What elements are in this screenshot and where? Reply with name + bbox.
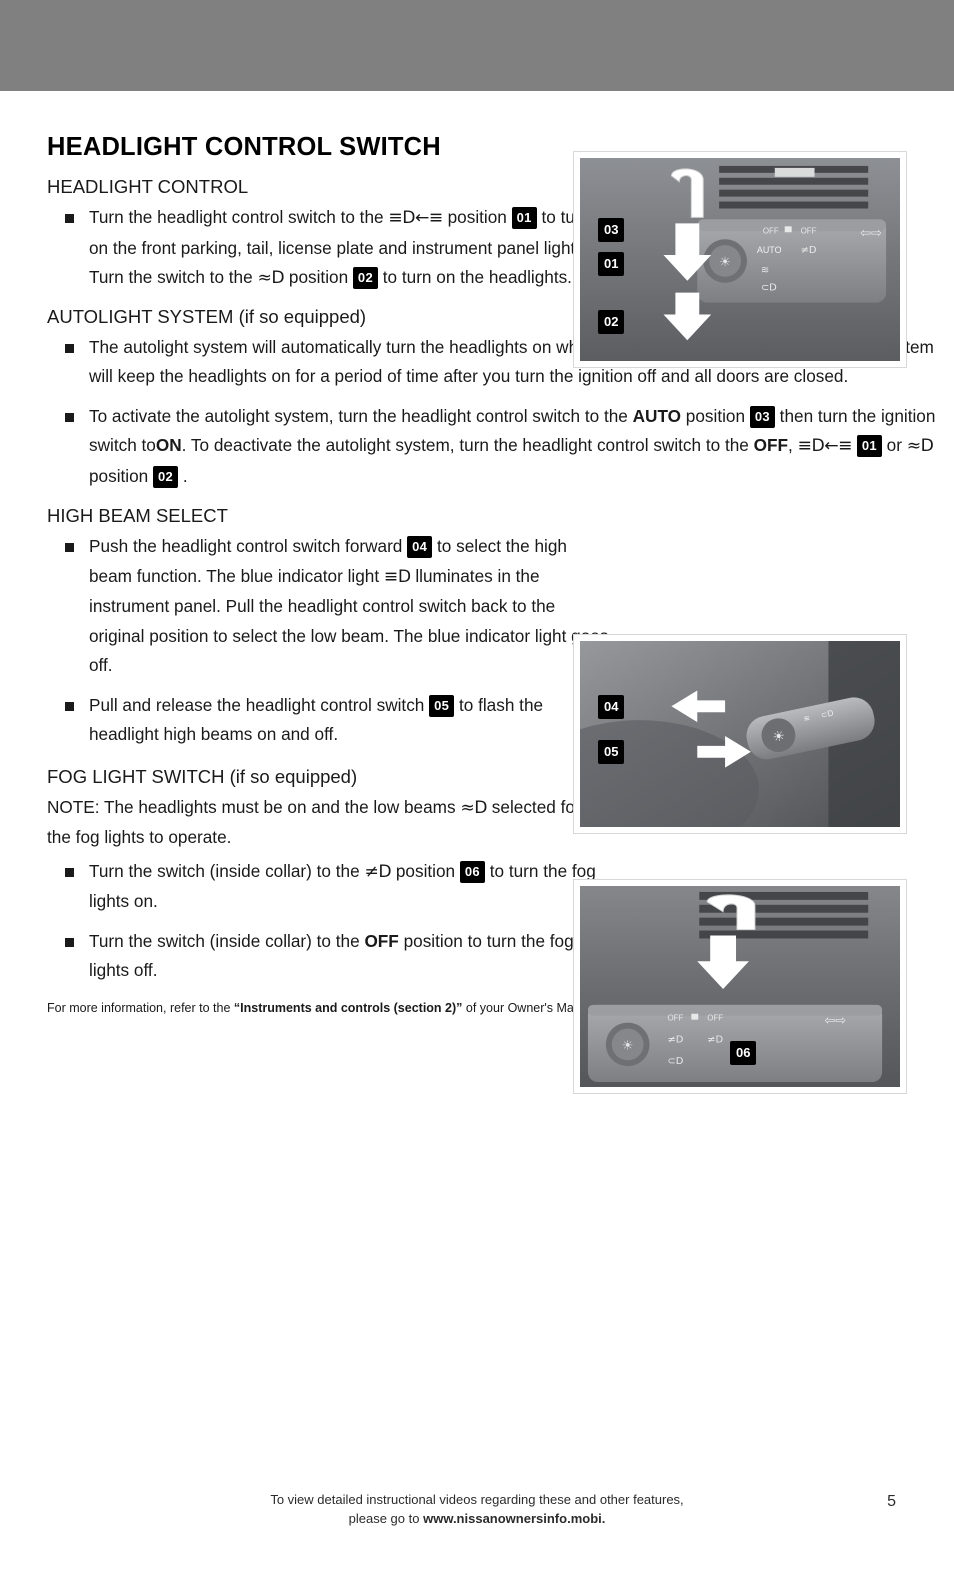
callout-badge-04: 04: [598, 695, 625, 719]
list-item: Pull and release the headlight control s…: [47, 691, 609, 750]
text-part: position: [447, 207, 507, 227]
fog-light-note: NOTE: The headlights must be on and the …: [47, 793, 587, 853]
text-part: Turn the switch (inside collar) to the: [89, 930, 360, 951]
text-part: position: [288, 267, 349, 287]
callout-badge-01: 01: [856, 435, 882, 457]
callout-badge-06: 06: [730, 1041, 757, 1065]
text-part: .: [182, 465, 188, 486]
svg-text:OFF: OFF: [707, 1014, 723, 1023]
footer-line-2: please go to www.nissanownersinfo.mobi.: [0, 1509, 954, 1528]
text-part: Turn the headlight control switch to the: [89, 207, 384, 227]
callout-badge-05: 05: [598, 740, 625, 764]
text-bold: AUTO: [632, 405, 682, 426]
text-bold: ON: [155, 435, 182, 455]
text-bold: OFF: [753, 435, 789, 455]
callout-badge-02: 02: [153, 465, 179, 488]
text-part: Turn the switch (inside collar) to the: [89, 860, 360, 881]
text-part: . To deactivate the autolight system, tu…: [181, 435, 749, 455]
list-item: Turn the headlight control switch to the…: [47, 203, 609, 294]
text-part: position: [685, 405, 746, 426]
parking-light-symbol-icon: ≡D←≡: [797, 436, 853, 456]
text-part: ,: [788, 435, 793, 455]
page-footer: To view detailed instructional videos re…: [0, 1490, 954, 1528]
list-item: Turn the switch (inside collar) to the ≠…: [47, 857, 609, 917]
heading-suffix: (if so equipped): [238, 305, 367, 327]
callout-badge-03: 03: [749, 405, 775, 428]
low-beam-symbol-icon: ≈D: [460, 797, 488, 818]
headlight-control-switch-photo: ☀ OFF OFF AUTO ≠D ≋ ⊂D ⇦⇨ 03 01 02: [573, 151, 907, 368]
svg-text:OFF: OFF: [667, 1014, 683, 1023]
footer-line-1: To view detailed instructional videos re…: [270, 1492, 684, 1507]
svg-text:⇦⇨: ⇦⇨: [824, 1014, 846, 1029]
text-part: position: [89, 465, 149, 486]
callout-badge-03: 03: [598, 218, 625, 242]
callout-badge-02: 02: [352, 267, 378, 289]
callout-badge-01: 01: [598, 252, 625, 276]
list-item: Push the headlight control switch forwar…: [47, 532, 609, 681]
heading-text: AUTOLIGHT SYSTEM: [47, 305, 234, 327]
svg-text:AUTO: AUTO: [757, 245, 782, 255]
top-banner: [0, 0, 954, 91]
svg-text:⊂D: ⊂D: [667, 1056, 683, 1067]
svg-text:≠D: ≠D: [707, 1034, 723, 1045]
svg-text:OFF: OFF: [763, 226, 779, 235]
text-part: to turn on the headlights.: [382, 267, 572, 287]
text-part: Pull and release the headlight control s…: [89, 694, 425, 715]
photo-image: ☀ OFF OFF ≠D ≠D ⊂D ⇦⇨ 06: [580, 886, 900, 1087]
callout-badge-01: 01: [511, 207, 537, 229]
callout-badge-06: 06: [459, 860, 485, 883]
text-part: position: [395, 860, 456, 881]
photo-image: ☀ OFF OFF AUTO ≠D ≋ ⊂D ⇦⇨ 03 01 02: [580, 158, 900, 361]
svg-text:≠D: ≠D: [801, 245, 817, 256]
photo-image: ☀ ≋ ⊂D 04 05: [580, 641, 900, 827]
svg-text:≠D: ≠D: [667, 1034, 683, 1045]
heading-suffix: (if so equipped): [229, 765, 358, 787]
website-url[interactable]: www.nissanownersinfo.mobi.: [423, 1511, 605, 1526]
section-heading-high-beam: HIGH BEAM SELECT: [47, 505, 907, 527]
svg-text:OFF: OFF: [801, 226, 817, 235]
list-item: To activate the autolight system, turn t…: [47, 402, 944, 492]
high-beam-symbol-icon: ≡D: [383, 566, 411, 587]
svg-text:☀: ☀: [622, 1038, 634, 1053]
heading-text: HEADLIGHT CONTROL: [47, 176, 249, 197]
text-part: To activate the autolight system, turn t…: [89, 405, 628, 426]
fog-light-symbol-icon: ≠D: [364, 861, 392, 882]
high-beam-stalk-photo: ☀ ≋ ⊂D 04 05: [573, 634, 907, 834]
photo-illustration-icon: ☀ OFF OFF AUTO ≠D ≋ ⊂D ⇦⇨: [580, 158, 900, 361]
text-part: For more information, refer to the: [47, 1000, 231, 1015]
text-part: NOTE: The headlights must be on and the …: [47, 796, 456, 817]
fog-light-switch-photo: ☀ OFF OFF ≠D ≠D ⊂D ⇦⇨ 06: [573, 879, 907, 1094]
text-part: Push the headlight control switch forwar…: [89, 536, 403, 556]
callout-badge-05: 05: [429, 694, 455, 717]
parking-light-symbol-icon: ≡D←≡: [388, 208, 443, 228]
svg-text:☀: ☀: [719, 255, 731, 270]
callout-badge-02: 02: [598, 310, 625, 334]
text-bold: OFF: [364, 930, 399, 951]
list-item: Turn the switch (inside collar) to the O…: [47, 927, 609, 986]
callout-badge-04: 04: [407, 536, 433, 558]
heading-text: HIGH BEAM SELECT: [47, 505, 228, 526]
svg-text:⇦⇨: ⇦⇨: [860, 226, 882, 241]
low-beam-symbol-icon: ≈D: [257, 268, 285, 288]
text-part: or: [886, 435, 902, 455]
text-part: please go to: [348, 1511, 420, 1526]
heading-text: FOG LIGHT SWITCH: [47, 765, 225, 787]
svg-text:≋: ≋: [761, 265, 769, 276]
photo-illustration-icon: ☀ ≋ ⊂D: [580, 641, 900, 827]
svg-text:⊂D: ⊂D: [761, 283, 777, 294]
page-number: 5: [887, 1493, 896, 1510]
low-beam-symbol-icon: ≈D: [906, 436, 934, 456]
text-bold: “Instruments and controls (section 2)”: [233, 1000, 463, 1015]
header-divider: [0, 91, 954, 97]
